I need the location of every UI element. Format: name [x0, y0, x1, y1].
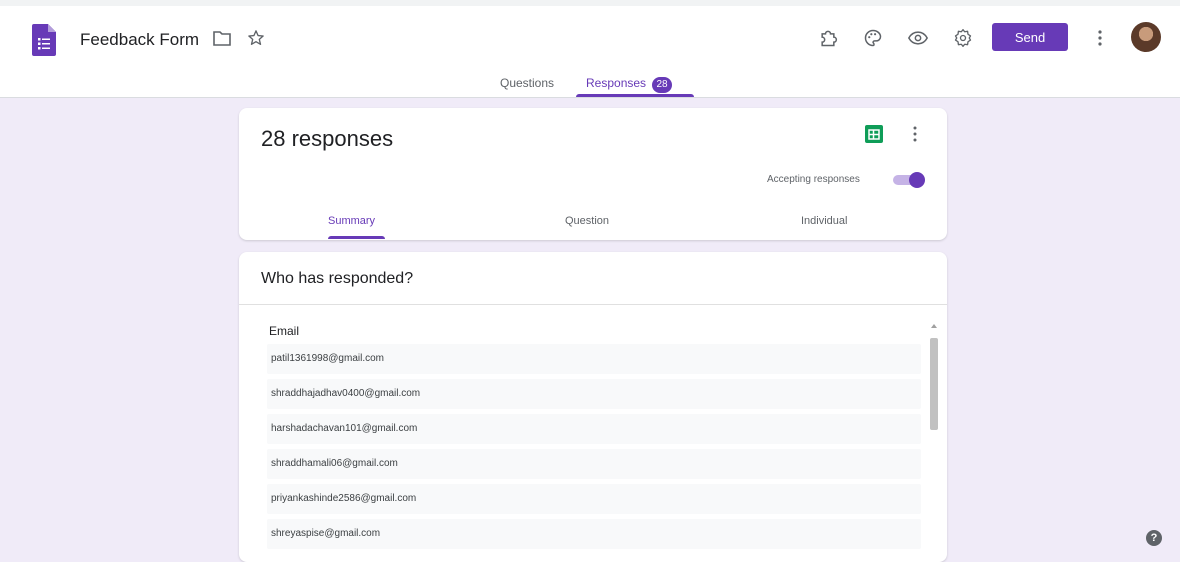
active-tab-indicator: [576, 94, 694, 97]
folder-icon[interactable]: [210, 26, 234, 50]
divider: [239, 304, 947, 305]
avatar[interactable]: [1131, 22, 1161, 52]
accepting-responses-label: Accepting responses: [767, 174, 860, 185]
who-responded-title: Who has responded?: [261, 270, 414, 287]
email-column-header: Email: [269, 324, 300, 338]
active-subtab-indicator: [328, 236, 385, 239]
form-title[interactable]: Feedback Form: [80, 30, 199, 50]
settings-icon[interactable]: [951, 26, 975, 50]
sheets-icon[interactable]: [864, 124, 884, 144]
email-row: shreyaspise@gmail.com: [267, 519, 921, 549]
send-button[interactable]: Send: [992, 23, 1068, 51]
email-row: patil1361998@gmail.com: [267, 344, 921, 374]
email-list-panel[interactable]: Email patil1361998@gmail.com shraddhajad…: [251, 312, 941, 562]
who-responded-card: Who has responded? Email patil1361998@gm…: [239, 252, 947, 562]
tab-questions[interactable]: Questions: [500, 76, 554, 90]
toggle-knob: [909, 172, 925, 188]
help-icon[interactable]: ?: [1146, 530, 1162, 546]
star-icon[interactable]: [244, 26, 268, 50]
email-row: shraddhamali06@gmail.com: [267, 449, 921, 479]
tab-question[interactable]: Question: [565, 215, 609, 227]
tab-responses-label: Responses: [586, 76, 647, 90]
email-row: harshadachavan101@gmail.com: [267, 414, 921, 444]
email-row: shraddhajadhav0400@gmail.com: [267, 379, 921, 409]
accepting-responses-toggle[interactable]: [893, 172, 925, 188]
responses-summary-card: 28 responses Accepting responses Summary…: [239, 108, 947, 240]
more-options-icon[interactable]: [905, 122, 925, 146]
addons-icon[interactable]: [816, 26, 840, 50]
app-header: Feedback Form Send Questions Responses 28: [0, 0, 1180, 98]
responses-count-title: 28 responses: [261, 126, 394, 151]
email-row: priyankashinde2586@gmail.com: [267, 484, 921, 514]
tab-responses[interactable]: Responses 28: [586, 76, 673, 93]
preview-icon[interactable]: [906, 26, 930, 50]
palette-icon[interactable]: [861, 26, 885, 50]
scroll-thumb[interactable]: [930, 338, 938, 430]
more-vert-icon[interactable]: [1088, 26, 1112, 50]
scroll-up-arrow-icon[interactable]: [931, 324, 937, 328]
forms-logo-icon[interactable]: [32, 24, 56, 56]
email-scrollbar[interactable]: [929, 324, 939, 562]
browser-edge: [0, 0, 1180, 6]
responses-count-badge: 28: [652, 77, 673, 93]
tab-individual[interactable]: Individual: [801, 215, 847, 227]
tab-summary[interactable]: Summary: [328, 215, 375, 227]
